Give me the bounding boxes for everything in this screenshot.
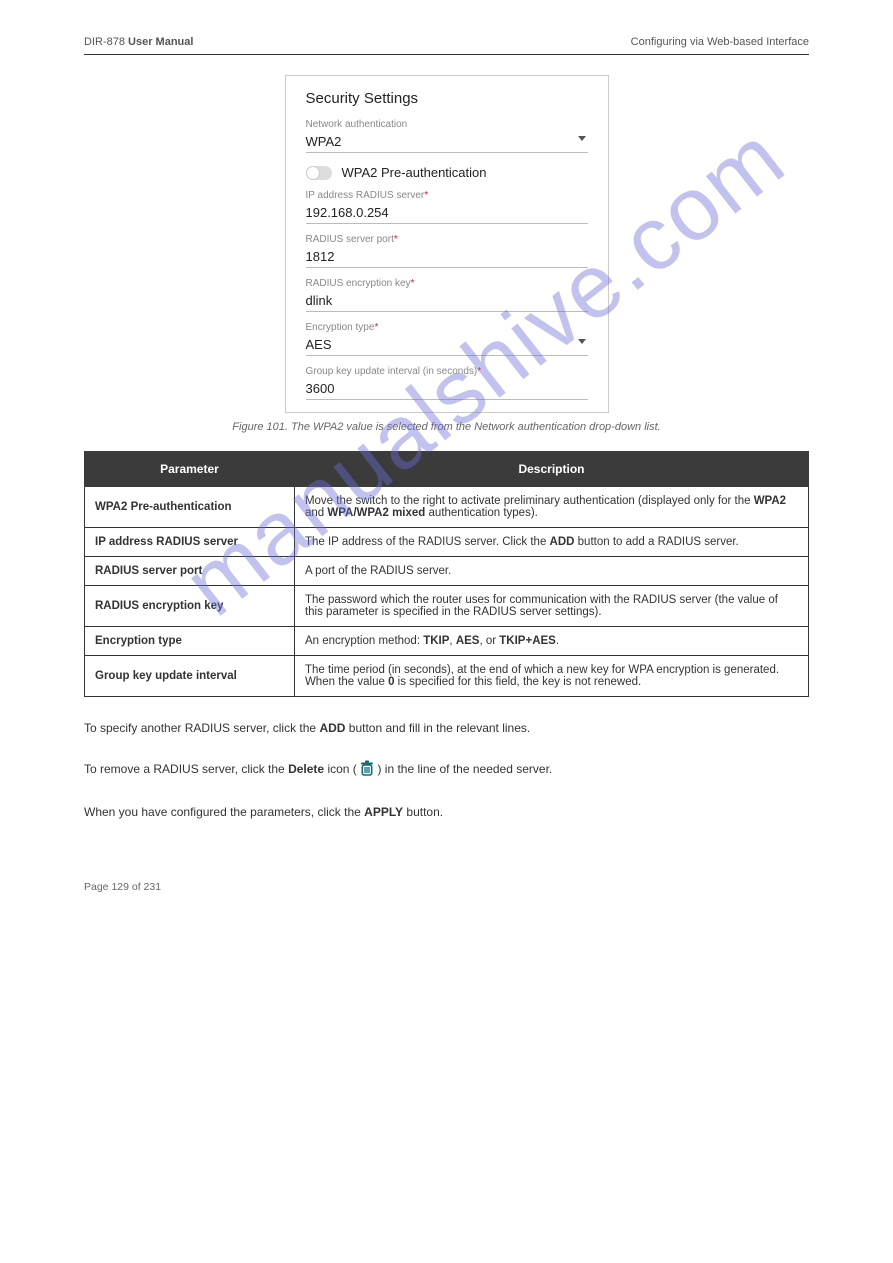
- network-auth-label: Network authentication: [306, 119, 588, 130]
- encryption-type-select[interactable]: AES: [306, 333, 588, 356]
- group-key-input[interactable]: 3600: [306, 377, 588, 400]
- table-row: RADIUS encryption keyThe password which …: [85, 586, 809, 627]
- wpa2-preauth-label: WPA2 Pre-authentication: [342, 165, 487, 180]
- table-header-parameter: Parameter: [85, 452, 295, 487]
- param-desc: The time period (in seconds), at the end…: [294, 656, 808, 697]
- parameters-table: Parameter Description WPA2 Pre-authentic…: [84, 451, 809, 697]
- table-row: IP address RADIUS serverThe IP address o…: [85, 528, 809, 557]
- chevron-down-icon: [578, 339, 586, 344]
- param-name: Encryption type: [85, 627, 295, 656]
- paragraph-add-server: To specify another RADIUS server, click …: [84, 719, 809, 737]
- radius-ip-input[interactable]: 192.168.0.254: [306, 201, 588, 224]
- wpa2-preauth-toggle-row: WPA2 Pre-authentication: [306, 165, 588, 180]
- param-desc: The IP address of the RADIUS server. Cli…: [294, 528, 808, 557]
- doc-header-right: Configuring via Web-based Interface: [631, 36, 809, 48]
- param-desc: An encryption method: TKIP, AES, or TKIP…: [294, 627, 808, 656]
- network-auth-select[interactable]: WPA2: [306, 130, 588, 153]
- table-row: Encryption typeAn encryption method: TKI…: [85, 627, 809, 656]
- figure-caption: Figure 101. The WPA2 value is selected f…: [84, 421, 809, 433]
- doc-header: DIR-878 User Manual Configuring via Web-…: [84, 36, 809, 55]
- network-auth-value: WPA2: [306, 134, 342, 149]
- security-settings-card: Security Settings Network authentication…: [285, 75, 609, 413]
- param-name: WPA2 Pre-authentication: [85, 487, 295, 528]
- table-header-description: Description: [294, 452, 808, 487]
- table-row: Group key update intervalThe time period…: [85, 656, 809, 697]
- group-key-label: Group key update interval (in seconds)*: [306, 366, 588, 377]
- param-desc: The password which the router uses for c…: [294, 586, 808, 627]
- paragraph-remove-server: To remove a RADIUS server, click the Del…: [84, 759, 809, 781]
- chevron-down-icon: [578, 136, 586, 141]
- param-name: Group key update interval: [85, 656, 295, 697]
- page-number: Page 129 of 231: [84, 881, 161, 893]
- encryption-type-label: Encryption type*: [306, 322, 588, 333]
- param-name: IP address RADIUS server: [85, 528, 295, 557]
- param-desc: Move the switch to the right to activate…: [294, 487, 808, 528]
- radius-port-label: RADIUS server port*: [306, 234, 588, 245]
- param-name: RADIUS encryption key: [85, 586, 295, 627]
- paragraph-apply: When you have configured the parameters,…: [84, 803, 809, 821]
- table-row: RADIUS server portA port of the RADIUS s…: [85, 557, 809, 586]
- page-footer: Page 129 of 231: [84, 881, 809, 893]
- wpa2-preauth-toggle[interactable]: [306, 166, 332, 180]
- doc-header-left: DIR-878: [84, 36, 125, 48]
- table-row: WPA2 Pre-authenticationMove the switch t…: [85, 487, 809, 528]
- card-title: Security Settings: [306, 90, 588, 107]
- radius-ip-label: IP address RADIUS server*: [306, 190, 588, 201]
- radius-key-input[interactable]: dlink: [306, 289, 588, 312]
- param-desc: A port of the RADIUS server.: [294, 557, 808, 586]
- trash-icon: [360, 759, 374, 781]
- doc-header-left-bold: User Manual: [125, 36, 193, 48]
- radius-key-label: RADIUS encryption key*: [306, 278, 588, 289]
- encryption-type-value: AES: [306, 337, 332, 352]
- radius-port-input[interactable]: 1812: [306, 245, 588, 268]
- param-name: RADIUS server port: [85, 557, 295, 586]
